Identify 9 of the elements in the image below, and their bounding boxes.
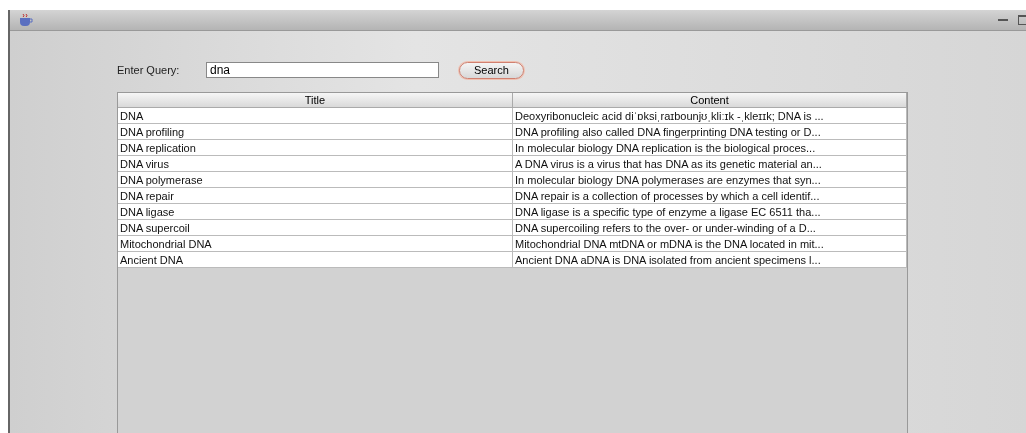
table-cell: Ancient DNA aDNA is DNA isolated from ancient specimens l...: [513, 252, 907, 268]
query-label: Enter Query:: [117, 64, 181, 76]
table-cell: Ancient DNA: [118, 252, 513, 268]
cup-icon: [18, 13, 34, 27]
column-header[interactable]: Title: [118, 93, 513, 108]
search-button[interactable]: Search: [459, 61, 524, 79]
minimize-icon[interactable]: [998, 18, 1008, 22]
query-field[interactable]: dna: [206, 62, 439, 78]
column-header[interactable]: Content: [513, 93, 907, 108]
